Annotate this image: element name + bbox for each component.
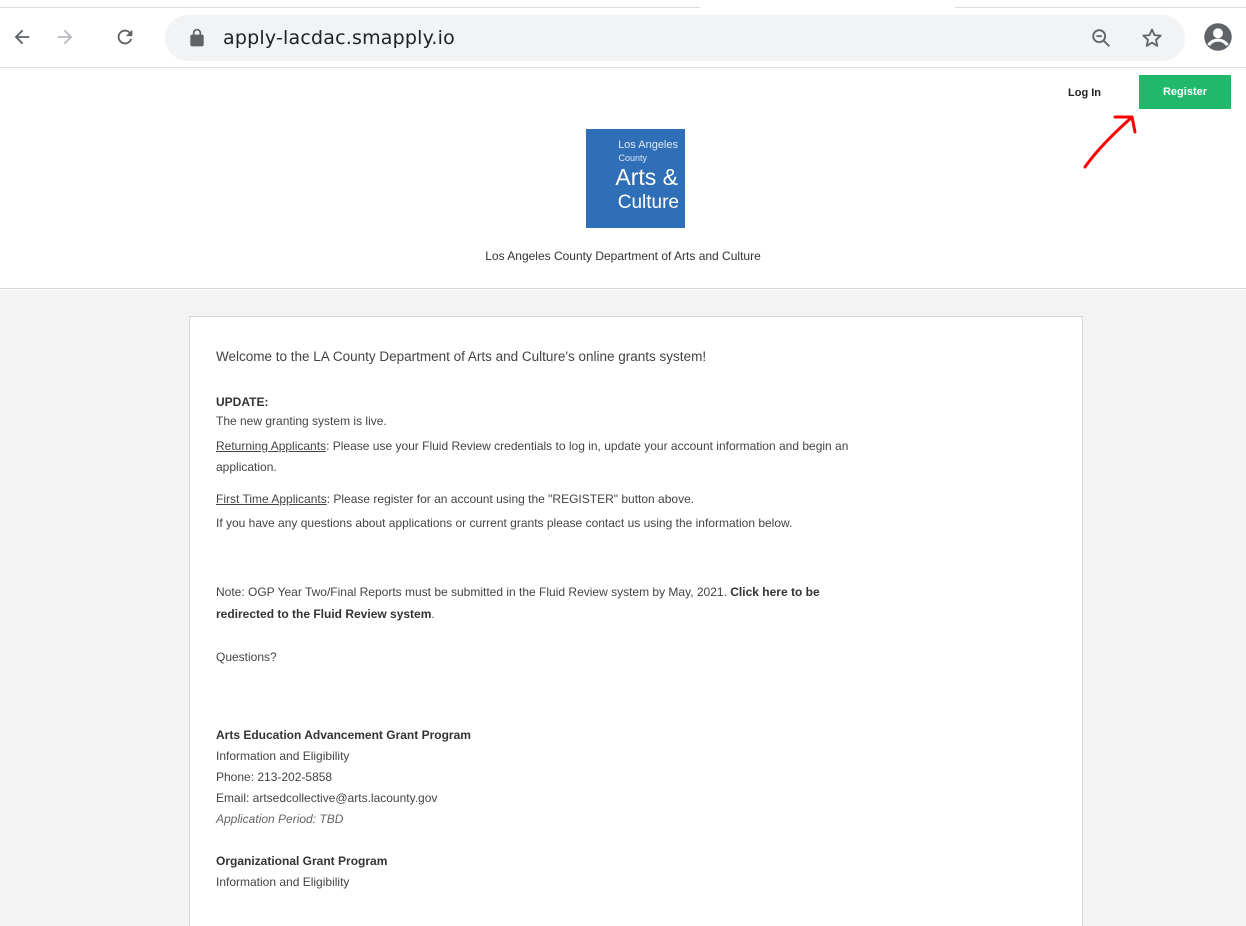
- note-paragraph-cont: redirected to the Fluid Review system.: [216, 605, 435, 623]
- login-link[interactable]: Log In: [1068, 87, 1101, 99]
- reload-icon: [117, 29, 133, 45]
- update-line: The new granting system is live.: [216, 414, 387, 428]
- returning-applicants-paragraph: Returning Applicants: Please use your Fl…: [216, 437, 848, 455]
- first-time-applicants-paragraph: First Time Applicants: Please register f…: [216, 490, 694, 508]
- fluid-review-link[interactable]: redirected to the Fluid Review system: [216, 607, 431, 621]
- site-header: Log In Register Los Angeles County Arts …: [0, 69, 1246, 289]
- department-name: Los Angeles County Department of Arts an…: [485, 249, 761, 263]
- address-bar[interactable]: apply-lacdac.smapply.io: [165, 15, 1185, 61]
- returning-applicants-text-cont: application.: [216, 460, 277, 474]
- program-info-link[interactable]: Information and Eligibility: [216, 873, 349, 891]
- first-time-applicants-label: First Time Applicants: [216, 492, 327, 506]
- fluid-review-link[interactable]: Click here to be: [730, 585, 819, 599]
- logo-line: Arts &: [615, 164, 678, 190]
- returning-applicants-label: Returning Applicants: [216, 439, 327, 453]
- questions-heading: Questions?: [216, 650, 277, 664]
- lock-icon[interactable]: [187, 28, 207, 48]
- welcome-card: Welcome to the LA County Department of A…: [189, 316, 1083, 926]
- program-application-period: Application Period: TBD: [216, 812, 344, 826]
- welcome-text: Welcome to the LA County Department of A…: [216, 349, 707, 364]
- note-end: .: [431, 607, 435, 621]
- profile-icon[interactable]: [1203, 22, 1233, 52]
- bookmark-star-icon[interactable]: [1140, 26, 1164, 50]
- program-email[interactable]: Email: artsedcollective@arts.lacounty.go…: [216, 789, 437, 807]
- forward-button[interactable]: [50, 22, 80, 52]
- returning-applicants-text: : Please use your Fluid Review credentia…: [326, 439, 849, 453]
- note-paragraph: Note: OGP Year Two/Final Reports must be…: [216, 583, 820, 601]
- reload-button[interactable]: [110, 22, 140, 52]
- logo-line: Culture: [617, 192, 679, 213]
- browser-toolbar: apply-lacdac.smapply.io: [0, 0, 1246, 68]
- program-title: Arts Education Advancement Grant Program: [216, 728, 471, 742]
- zoom-out-icon[interactable]: [1090, 27, 1112, 49]
- forward-arrow-icon: [57, 29, 73, 45]
- contact-info-line: If you have any questions about applicat…: [216, 516, 793, 530]
- note-text: Note: OGP Year Two/Final Reports must be…: [216, 585, 731, 599]
- program-phone: Phone: 213-202-5858: [216, 770, 333, 784]
- first-time-applicants-text: : Please register for an account using t…: [326, 492, 695, 506]
- arts-culture-logo[interactable]: Los Angeles County Arts & Culture: [586, 129, 685, 228]
- back-arrow-icon: [14, 29, 30, 45]
- tab-strip-divider: [955, 0, 1246, 8]
- program-info-link[interactable]: Information and Eligibility: [216, 747, 349, 765]
- logo-line: County: [618, 153, 647, 163]
- back-button[interactable]: [7, 22, 37, 52]
- logo-line: Los Angeles: [618, 139, 678, 151]
- url-text[interactable]: apply-lacdac.smapply.io: [223, 27, 455, 49]
- program-title: Organizational Grant Program: [216, 854, 388, 868]
- red-arrow-annotation: [1083, 115, 1137, 169]
- tab-strip-divider: [0, 0, 700, 8]
- update-heading: UPDATE:: [216, 395, 269, 409]
- register-button[interactable]: Register: [1139, 75, 1231, 109]
